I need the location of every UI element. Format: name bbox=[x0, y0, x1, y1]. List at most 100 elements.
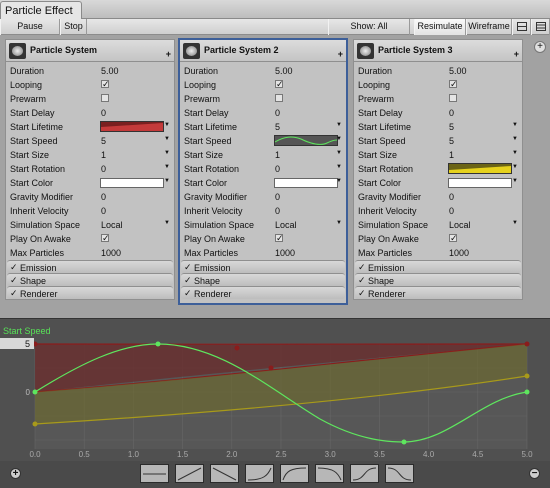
preset-ease-in-reverse[interactable] bbox=[315, 464, 344, 483]
window-tab[interactable]: Particle Effect bbox=[0, 1, 82, 19]
dropdown-arrow-icon[interactable]: ▼ bbox=[164, 164, 170, 170]
dropdown-arrow-icon[interactable]: ▼ bbox=[164, 178, 170, 184]
simulation-space-value[interactable]: Local bbox=[275, 220, 297, 230]
preset-ease-in[interactable] bbox=[245, 464, 274, 483]
add-module-icon[interactable]: + bbox=[514, 49, 519, 59]
shape-checkbox[interactable]: ✓ bbox=[10, 275, 18, 286]
prewarm-checkbox[interactable] bbox=[449, 94, 457, 102]
particle-system-panel-2[interactable]: Particle System 2 + Duration5.00 Looping… bbox=[178, 38, 348, 305]
start-rotation-value[interactable]: 0 bbox=[275, 164, 280, 174]
dropdown-arrow-icon[interactable]: ▼ bbox=[336, 164, 342, 170]
shape-module[interactable]: ✓Shape bbox=[7, 273, 173, 286]
curve-key[interactable] bbox=[525, 390, 530, 395]
start-color-swatch[interactable] bbox=[448, 178, 512, 188]
stop-button[interactable]: Stop bbox=[60, 19, 87, 35]
emission-module[interactable]: ✓Emission bbox=[7, 260, 173, 273]
emission-module[interactable]: ✓Emission bbox=[355, 260, 521, 273]
shape-module[interactable]: ✓Shape bbox=[181, 273, 345, 286]
renderer-checkbox[interactable]: ✓ bbox=[184, 288, 192, 299]
preset-ease-in-out[interactable] bbox=[350, 464, 379, 483]
curve-editor[interactable]: 5 0 0.00.51.01.52.02.53.03.54.04.55.0 St… bbox=[0, 318, 550, 487]
dropdown-arrow-icon[interactable]: ▼ bbox=[336, 178, 342, 184]
renderer-module[interactable]: ✓Renderer bbox=[181, 286, 345, 299]
dropdown-arrow-icon[interactable]: ▼ bbox=[164, 122, 170, 128]
curve-key[interactable] bbox=[33, 390, 38, 395]
start-size-value[interactable]: 1 bbox=[449, 150, 454, 160]
curve-key[interactable] bbox=[156, 342, 161, 347]
curve-key[interactable] bbox=[269, 366, 274, 371]
curve-key[interactable] bbox=[235, 346, 240, 351]
gravity-modifier-value[interactable]: 0 bbox=[449, 192, 454, 202]
curve-key[interactable] bbox=[525, 374, 530, 379]
dropdown-arrow-icon[interactable]: ▼ bbox=[164, 220, 170, 226]
dropdown-arrow-icon[interactable]: ▼ bbox=[512, 136, 518, 142]
preset-linear-up[interactable] bbox=[175, 464, 204, 483]
prewarm-checkbox[interactable] bbox=[101, 94, 109, 102]
play-on-awake-checkbox[interactable]: ✓ bbox=[449, 234, 457, 242]
start-color-swatch[interactable] bbox=[100, 178, 164, 188]
play-on-awake-checkbox[interactable]: ✓ bbox=[101, 234, 109, 242]
max-particles-value[interactable]: 1000 bbox=[275, 248, 295, 258]
start-lifetime-value[interactable]: 5 bbox=[449, 122, 454, 132]
start-color-swatch[interactable] bbox=[274, 178, 338, 188]
dropdown-arrow-icon[interactable]: ▼ bbox=[164, 150, 170, 156]
start-rotation-curve-preview[interactable] bbox=[448, 163, 512, 174]
start-speed-value[interactable]: 5 bbox=[101, 136, 106, 146]
inherit-velocity-value[interactable]: 0 bbox=[275, 206, 280, 216]
emission-module[interactable]: ✓Emission bbox=[181, 260, 345, 273]
looping-checkbox[interactable]: ✓ bbox=[275, 80, 283, 88]
add-system-button[interactable]: + bbox=[534, 41, 546, 53]
curve-canvas[interactable]: 5 0 0.00.51.01.52.02.53.03.54.04.55.0 bbox=[0, 319, 550, 461]
panel-header[interactable]: Particle System 3 + bbox=[354, 40, 522, 62]
max-particles-value[interactable]: 1000 bbox=[101, 248, 121, 258]
preset-ease-out[interactable] bbox=[280, 464, 309, 483]
pause-button[interactable]: Pause bbox=[0, 19, 60, 35]
renderer-checkbox[interactable]: ✓ bbox=[10, 288, 18, 299]
show-dropdown[interactable]: Show: All bbox=[328, 19, 410, 35]
prewarm-checkbox[interactable] bbox=[275, 94, 283, 102]
dropdown-arrow-icon[interactable]: ▼ bbox=[336, 136, 342, 142]
looping-checkbox[interactable]: ✓ bbox=[449, 80, 457, 88]
add-module-icon[interactable]: + bbox=[166, 49, 171, 59]
start-delay-value[interactable]: 0 bbox=[101, 108, 106, 118]
shape-module[interactable]: ✓Shape bbox=[355, 273, 521, 286]
preset-ease-out-in[interactable] bbox=[385, 464, 414, 483]
renderer-checkbox[interactable]: ✓ bbox=[358, 288, 366, 299]
renderer-module[interactable]: ✓Renderer bbox=[7, 286, 173, 299]
shape-checkbox[interactable]: ✓ bbox=[184, 275, 192, 286]
dropdown-arrow-icon[interactable]: ▼ bbox=[336, 220, 342, 226]
dropdown-arrow-icon[interactable]: ▼ bbox=[512, 164, 518, 170]
panel-header[interactable]: Particle System 2 + bbox=[180, 40, 346, 62]
start-delay-value[interactable]: 0 bbox=[449, 108, 454, 118]
dropdown-arrow-icon[interactable]: ▼ bbox=[512, 122, 518, 128]
start-lifetime-value[interactable]: 5 bbox=[275, 122, 280, 132]
wireframe-toggle[interactable]: Wireframe bbox=[466, 19, 512, 35]
emission-checkbox[interactable]: ✓ bbox=[184, 262, 192, 273]
start-lifetime-curve-preview[interactable] bbox=[100, 121, 164, 132]
layout-icon[interactable] bbox=[512, 19, 531, 35]
duration-value[interactable]: 5.00 bbox=[275, 66, 293, 76]
max-particles-value[interactable]: 1000 bbox=[449, 248, 469, 258]
dropdown-arrow-icon[interactable]: ▼ bbox=[336, 122, 342, 128]
emission-checkbox[interactable]: ✓ bbox=[358, 262, 366, 273]
shape-checkbox[interactable]: ✓ bbox=[358, 275, 366, 286]
looping-checkbox[interactable]: ✓ bbox=[101, 80, 109, 88]
particle-system-panel-3[interactable]: Particle System 3 + Duration5.00 Looping… bbox=[353, 39, 523, 300]
preset-flat[interactable] bbox=[140, 464, 169, 483]
particle-system-panel-1[interactable]: Particle System + Duration5.00 Looping✓ … bbox=[5, 39, 175, 300]
emission-checkbox[interactable]: ✓ bbox=[10, 262, 18, 273]
start-speed-value[interactable]: 5 bbox=[449, 136, 454, 146]
grid-layout-icon[interactable] bbox=[531, 19, 550, 35]
add-module-icon[interactable]: + bbox=[338, 49, 343, 59]
start-size-value[interactable]: 1 bbox=[275, 150, 280, 160]
inherit-velocity-value[interactable]: 0 bbox=[101, 206, 106, 216]
gravity-modifier-value[interactable]: 0 bbox=[101, 192, 106, 202]
play-on-awake-checkbox[interactable]: ✓ bbox=[275, 234, 283, 242]
dropdown-arrow-icon[interactable]: ▼ bbox=[512, 220, 518, 226]
start-speed-curve-preview[interactable] bbox=[274, 135, 338, 146]
resimulate-toggle[interactable]: Resimulate bbox=[414, 19, 466, 35]
curve-key[interactable] bbox=[525, 342, 530, 347]
inherit-velocity-value[interactable]: 0 bbox=[449, 206, 454, 216]
dropdown-arrow-icon[interactable]: ▼ bbox=[336, 150, 342, 156]
simulation-space-value[interactable]: Local bbox=[101, 220, 123, 230]
